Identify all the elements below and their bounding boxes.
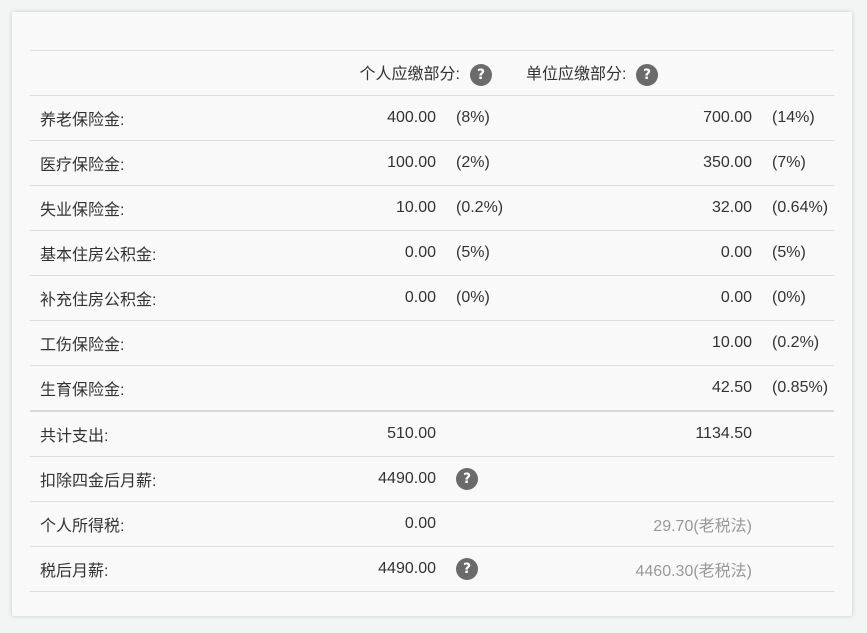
personal-income-tax: 0.00 <box>290 501 436 547</box>
row-label: 失业保险金: <box>30 185 290 231</box>
personal-total: 510.00 <box>290 410 436 457</box>
personal-amount <box>290 320 436 366</box>
company-amount: 0.00 <box>526 230 752 276</box>
old-law-net-salary: 4460.30(老税法) <box>526 546 752 592</box>
personal-help-icon[interactable]: ? <box>470 63 492 86</box>
empty-cell <box>752 546 834 592</box>
empty-cell <box>526 456 752 502</box>
table-row-maternity: 生育保险金: 42.50 (0.85%) <box>30 365 834 411</box>
help-cell: ? <box>436 546 526 592</box>
after-deduction-salary: 4490.00 <box>290 456 436 502</box>
table-row-medical: 医疗保险金: 100.00 (2%) 350.00 (7%) <box>30 140 834 186</box>
personal-rate: (5%) <box>436 230 526 276</box>
personal-rate: (0.2%) <box>436 185 526 231</box>
company-rate: (0.85%) <box>752 365 834 411</box>
company-amount: 0.00 <box>526 275 752 321</box>
old-law-income-tax: 29.70(老税法) <box>526 501 752 547</box>
table-row-supplementary-housing-fund: 补充住房公积金: 0.00 (0%) 0.00 (0%) <box>30 275 834 321</box>
empty-cell <box>752 501 834 547</box>
row-label: 个人所得税: <box>30 501 290 547</box>
personal-header: 个人应缴部分:? <box>290 50 526 96</box>
company-rate: (0.2%) <box>752 320 834 366</box>
table-row-net-salary: 税后月薪: 4490.00 ? 4460.30(老税法) <box>30 546 834 592</box>
company-rate: (0.64%) <box>752 185 834 231</box>
row-label: 基本住房公积金: <box>30 230 290 276</box>
company-header-label: 单位应缴部分: <box>526 66 627 84</box>
personal-amount: 400.00 <box>290 95 436 141</box>
row-label: 养老保险金: <box>30 95 290 141</box>
personal-amount: 10.00 <box>290 185 436 231</box>
salary-result-card: 个人应缴部分:? 单位应缴部分:? 养老保险金: 400.00 (8%) 700… <box>12 12 852 616</box>
row-label: 生育保险金: <box>30 365 290 411</box>
company-rate: (0%) <box>752 275 834 321</box>
personal-rate <box>436 320 526 366</box>
empty-cell <box>752 456 834 502</box>
row-label: 共计支出: <box>30 410 290 457</box>
table-header-row: 个人应缴部分:? 单位应缴部分:? <box>30 50 834 96</box>
table-row-work-injury: 工伤保险金: 10.00 (0.2%) <box>30 320 834 366</box>
company-rate: (7%) <box>752 140 834 186</box>
personal-header-label: 个人应缴部分: <box>359 66 460 84</box>
table-row-after-deduction: 扣除四金后月薪: 4490.00 ? <box>30 456 834 502</box>
table-row-income-tax: 个人所得税: 0.00 29.70(老税法) <box>30 501 834 547</box>
table-row-housing-fund: 基本住房公积金: 0.00 (5%) 0.00 (5%) <box>30 230 834 276</box>
personal-rate: (8%) <box>436 95 526 141</box>
personal-amount <box>290 365 436 411</box>
row-label: 工伤保险金: <box>30 320 290 366</box>
company-header: 单位应缴部分:? <box>526 50 834 96</box>
insurance-table: 个人应缴部分:? 单位应缴部分:? 养老保险金: 400.00 (8%) 700… <box>30 50 834 592</box>
personal-amount: 0.00 <box>290 230 436 276</box>
personal-amount: 0.00 <box>290 275 436 321</box>
company-amount: 700.00 <box>526 95 752 141</box>
company-amount: 32.00 <box>526 185 752 231</box>
row-label: 税后月薪: <box>30 546 290 592</box>
personal-rate: (2%) <box>436 140 526 186</box>
company-help-icon[interactable]: ? <box>636 63 658 86</box>
empty-cell <box>436 410 526 457</box>
table-row-unemployment: 失业保险金: 10.00 (0.2%) 32.00 (0.64%) <box>30 185 834 231</box>
personal-rate: (0%) <box>436 275 526 321</box>
row-label: 补充住房公积金: <box>30 275 290 321</box>
company-rate: (14%) <box>752 95 834 141</box>
company-total: 1134.50 <box>526 410 752 457</box>
row-label: 扣除四金后月薪: <box>30 456 290 502</box>
help-cell: ? <box>436 456 526 502</box>
after-deduction-help-icon[interactable]: ? <box>456 468 478 490</box>
empty-cell <box>752 410 834 457</box>
personal-rate <box>436 365 526 411</box>
personal-amount: 100.00 <box>290 140 436 186</box>
net-salary: 4490.00 <box>290 546 436 592</box>
table-row-pension: 养老保险金: 400.00 (8%) 700.00 (14%) <box>30 95 834 141</box>
company-amount: 350.00 <box>526 140 752 186</box>
row-label: 医疗保险金: <box>30 140 290 186</box>
company-amount: 42.50 <box>526 365 752 411</box>
net-salary-help-icon[interactable]: ? <box>456 558 478 580</box>
company-amount: 10.00 <box>526 320 752 366</box>
table-row-total: 共计支出: 510.00 1134.50 <box>30 410 834 457</box>
header-empty-cell <box>30 50 290 96</box>
company-rate: (5%) <box>752 230 834 276</box>
empty-cell <box>436 501 526 547</box>
